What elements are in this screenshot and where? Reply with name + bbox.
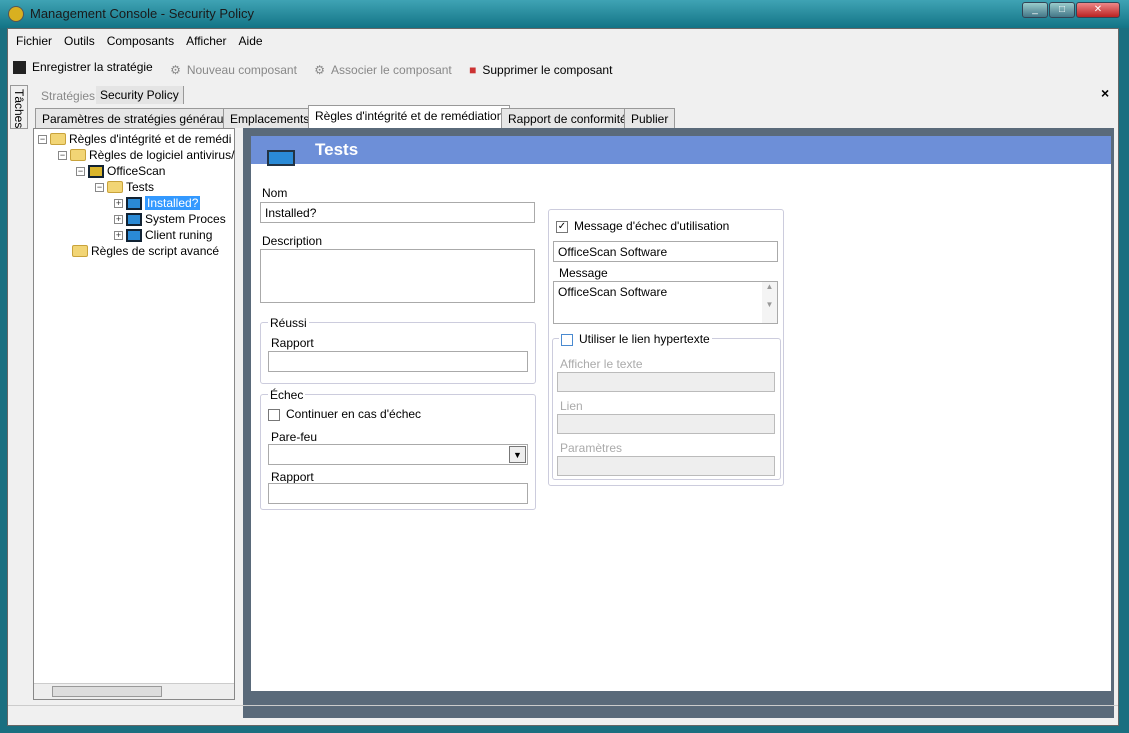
menu-aide[interactable]: Aide: [239, 34, 263, 48]
taches-side-tab[interactable]: Tâches: [10, 85, 28, 129]
maximize-button[interactable]: □: [1049, 2, 1075, 18]
tree-node[interactable]: + Installed?: [114, 196, 201, 210]
new-component-button[interactable]: ⚙ Nouveau composant: [170, 63, 297, 77]
hyperlink-checkbox[interactable]: Utiliser le lien hypertexte: [559, 332, 712, 346]
lien-label: Lien: [560, 399, 583, 413]
window-title: Management Console - Security Policy: [30, 6, 254, 21]
close-document-icon[interactable]: ×: [1101, 85, 1109, 101]
menu-composants[interactable]: Composants: [107, 34, 174, 48]
form-pane: Tests Nom Installed? Description Réussi …: [251, 136, 1111, 691]
description-input[interactable]: [260, 249, 535, 303]
toolbar: Enregistrer la stratégie ⚙ Nouveau compos…: [13, 60, 626, 77]
tab-rapport[interactable]: Rapport de conformité: [501, 108, 634, 128]
status-bar: [8, 705, 1118, 726]
tab-general[interactable]: Paramètres de stratégies généraux: [35, 108, 237, 128]
folder-icon: [50, 133, 66, 145]
form-header: Tests: [251, 136, 1111, 164]
test-icon: [126, 212, 142, 226]
rules-tree: − Règles d'intégrité et de remédi − Règles…: [33, 128, 235, 700]
echec-label: Échec: [268, 388, 306, 402]
echec-rapport-input[interactable]: [268, 483, 528, 504]
client-area: Fichier Outils Composants Afficher Aide Enre…: [7, 28, 1119, 726]
main-panel: Tests Nom Installed? Description Réussi …: [243, 128, 1114, 718]
parametres-input[interactable]: [557, 456, 775, 476]
continuer-checkbox[interactable]: Continuer en cas d'échec: [268, 407, 421, 421]
tree-node[interactable]: Règles de script avancé: [72, 244, 219, 258]
close-button[interactable]: ✕: [1076, 2, 1120, 18]
test-icon: [126, 228, 142, 242]
tree-node[interactable]: − Règles d'intégrité et de remédi: [38, 132, 231, 146]
tab-publier[interactable]: Publier: [624, 108, 676, 128]
tree-node[interactable]: − Règles de logiciel antivirus/: [58, 148, 234, 162]
nom-input[interactable]: Installed?: [260, 202, 535, 223]
message-label: Message: [559, 266, 608, 280]
rapport-label: Rapport: [271, 470, 314, 484]
rapport-label: Rapport: [271, 336, 314, 350]
tree-node[interactable]: + System Proces: [114, 212, 226, 226]
link-icon: ⚙: [314, 62, 326, 77]
lien-input[interactable]: [557, 414, 775, 434]
minimize-button[interactable]: _: [1022, 2, 1048, 18]
parefeu-label: Pare-feu: [271, 430, 318, 444]
save-icon: [13, 60, 26, 74]
description-label: Description: [262, 234, 323, 248]
reussi-label: Réussi: [268, 316, 309, 330]
test-icon: [126, 196, 142, 210]
component-icon: ⚙: [170, 62, 181, 77]
tab-emplacements[interactable]: Emplacements: [223, 108, 317, 128]
message-echec-checkbox[interactable]: ✓ Message d'échec d'utilisation: [556, 219, 729, 233]
reussi-rapport-input[interactable]: [268, 351, 528, 372]
tab-strategies[interactable]: Stratégies: [41, 89, 95, 103]
save-button[interactable]: Enregistrer la stratégie: [13, 60, 153, 74]
parametres-label: Paramètres: [560, 441, 623, 455]
associate-component-button[interactable]: ⚙ Associer le composant: [314, 63, 452, 77]
folder-icon: [70, 149, 86, 161]
menu-afficher[interactable]: Afficher: [186, 34, 226, 48]
afficher-label: Afficher le texte: [560, 357, 643, 371]
officescan-icon: [88, 164, 104, 178]
tree-node[interactable]: − Tests: [95, 180, 154, 194]
vertical-scrollbar[interactable]: ▲ ▼: [762, 282, 777, 323]
menu-fichier[interactable]: Fichier: [16, 34, 52, 48]
delete-icon: ■: [469, 62, 477, 77]
folder-icon: [107, 181, 123, 193]
tab-strip: Paramètres de stratégies généraux Emplac…: [35, 105, 1115, 128]
message-textarea[interactable]: OfficeScan Software ▲ ▼: [553, 281, 778, 324]
message-title-input[interactable]: OfficeScan Software: [553, 241, 778, 262]
horizontal-scrollbar[interactable]: [34, 683, 234, 699]
afficher-input[interactable]: [557, 372, 775, 392]
nom-label: Nom: [262, 186, 288, 200]
delete-component-button[interactable]: ■ Supprimer le composant: [469, 63, 612, 77]
parefeu-select[interactable]: ▼: [268, 444, 528, 465]
menu-bar: Fichier Outils Composants Afficher Aide: [16, 34, 275, 48]
chevron-down-icon: ▼: [509, 446, 526, 463]
folder-icon: [72, 245, 88, 257]
menu-outils[interactable]: Outils: [64, 34, 95, 48]
tree-node[interactable]: + Client runing: [114, 228, 212, 242]
tab-regles[interactable]: Règles d'intégrité et de remédiation: [308, 105, 511, 128]
tree-node[interactable]: − OfficeScan: [76, 164, 165, 178]
tab-security-policy[interactable]: Security Policy: [96, 86, 184, 104]
tests-icon: [267, 150, 295, 166]
title-bar: Management Console - Security Policy _ □…: [0, 0, 1129, 28]
app-icon: [8, 6, 24, 22]
